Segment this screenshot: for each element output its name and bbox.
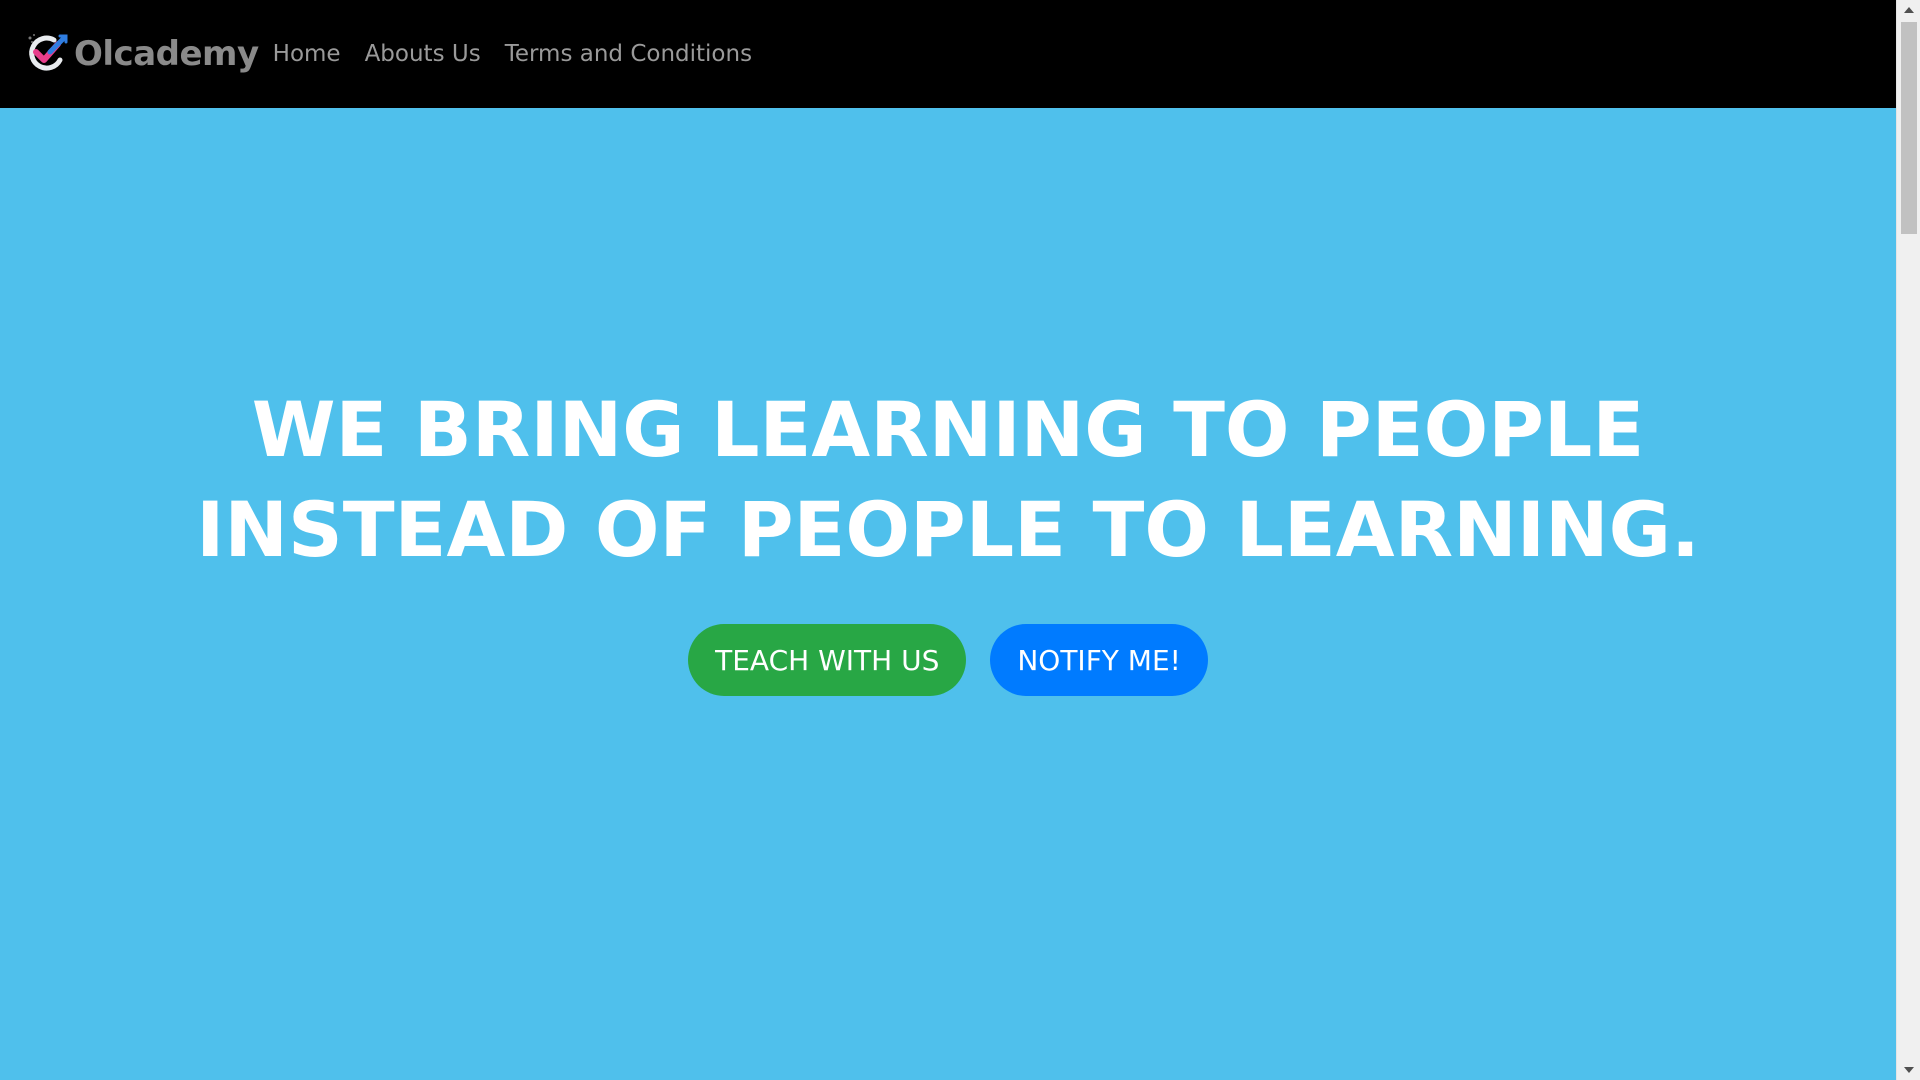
vertical-scrollbar[interactable] <box>1896 0 1920 1080</box>
notify-me-button[interactable]: NOTIFY ME! <box>990 624 1208 696</box>
top-navbar: Olcademy Home Abouts Us Terms and Condit… <box>0 0 1896 108</box>
hero-title-line-2: INSTEAD OF PEOPLE TO LEARNING. <box>196 485 1700 574</box>
hero-title: WE BRING LEARNING TO PEOPLE INSTEAD OF P… <box>0 380 1896 580</box>
nav-links: Home Abouts Us Terms and Conditions <box>273 41 776 67</box>
nav-link-home[interactable]: Home <box>273 41 341 67</box>
brand[interactable]: Olcademy <box>24 0 259 108</box>
hero-section: WE BRING LEARNING TO PEOPLE INSTEAD OF P… <box>0 108 1896 1080</box>
arrow-up-icon[interactable] <box>1897 0 1920 20</box>
teach-with-us-button[interactable]: TEACH WITH US <box>688 624 967 696</box>
arrow-down-icon[interactable] <box>1897 1060 1920 1080</box>
brand-name: Olcademy <box>74 34 259 74</box>
scrollbar-thumb[interactable] <box>1901 22 1917 234</box>
cta-button-group: TEACH WITH US NOTIFY ME! <box>0 624 1896 696</box>
hero-title-line-1: WE BRING LEARNING TO PEOPLE <box>251 385 1645 474</box>
checkmark-logo-icon <box>28 34 68 71</box>
nav-link-terms-and-conditions[interactable]: Terms and Conditions <box>505 41 752 67</box>
nav-link-about-us[interactable]: Abouts Us <box>365 41 481 67</box>
